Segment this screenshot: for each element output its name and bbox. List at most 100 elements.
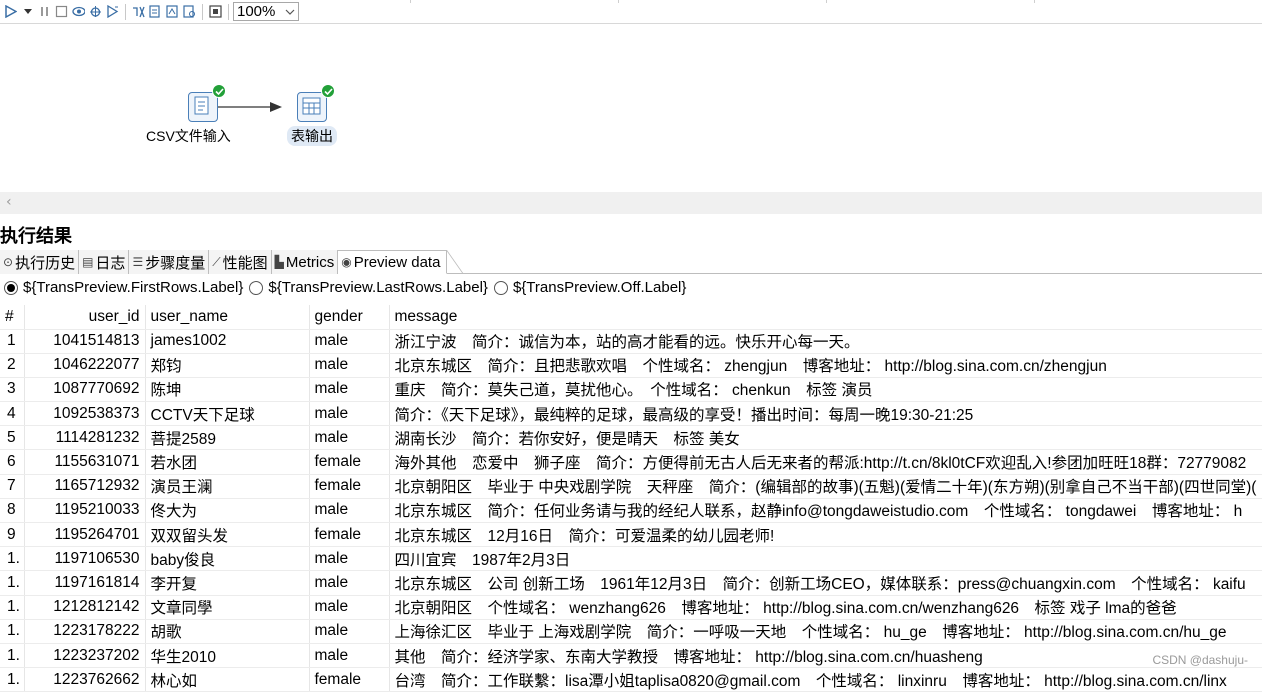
cell-user-id[interactable]: 1195264701 xyxy=(24,522,146,548)
cell-message[interactable]: 重庆 简介：莫失己道，莫扰他心。 个性域名： chenkun 标签 演员 xyxy=(389,377,1262,403)
cell-message[interactable]: 北京东城区 简介：任何业务请与我的经纪人联系，赵静info@tongdaweis… xyxy=(389,498,1262,524)
cell-message[interactable]: 北京东城区 12月16日 简介：可爱温柔的幼儿园老师! xyxy=(389,522,1262,548)
tab-execution-history[interactable]: ⊙ 执行历史 xyxy=(0,250,80,274)
cell-index[interactable]: 1. xyxy=(0,643,25,669)
pause-icon[interactable] xyxy=(38,5,51,18)
table-row[interactable]: 1. 1223237202 华生2010 male 其他 简介：经济学家、东南大学教授 … xyxy=(0,643,1262,669)
cell-user-name[interactable]: 演员王澜 xyxy=(145,474,310,499)
cell-index[interactable]: 9 xyxy=(0,522,25,548)
cell-gender[interactable]: male xyxy=(309,329,390,354)
play-options-icon[interactable] xyxy=(21,5,34,18)
cell-user-id[interactable]: 1223237202 xyxy=(24,643,146,669)
cell-user-name[interactable]: 陈坤 xyxy=(145,377,310,403)
cell-message[interactable]: 四川宜宾 1987年2月3日 xyxy=(389,546,1262,572)
cell-user-name[interactable]: CCTV天下足球 xyxy=(145,401,310,427)
cell-message[interactable]: 上海徐汇区 毕业于 上海戏剧学院 简介：一呼吸一天地 个性域名： hu_ge 博… xyxy=(389,619,1262,644)
cell-user-name[interactable]: 郑钧 xyxy=(145,353,310,378)
cell-message[interactable]: 其他 简介：经济学家、东南大学教授 博客地址： http://blog.sina… xyxy=(389,643,1262,669)
debug-icon[interactable] xyxy=(89,5,102,18)
cell-user-id[interactable]: 1212812142 xyxy=(24,595,146,620)
cell-user-id[interactable]: 1041514813 xyxy=(24,329,146,354)
step-table-output[interactable]: 表输出 xyxy=(287,84,337,146)
cell-gender[interactable]: male xyxy=(309,498,390,524)
cell-user-name[interactable]: baby俊良 xyxy=(145,546,310,572)
cell-gender[interactable]: male xyxy=(309,619,390,644)
tab-performance[interactable]: ⟋ 性能图 xyxy=(209,250,272,274)
play-icon[interactable] xyxy=(4,5,17,18)
cell-message[interactable]: 北京东城区 简介：且把悲歌欢唱 个性域名： zhengjun 博客地址： htt… xyxy=(389,353,1262,378)
preview-table[interactable]: # user_id user_name gender message 1 1041… xyxy=(0,305,1262,692)
radio-selected-icon[interactable] xyxy=(4,280,18,295)
table-row[interactable]: 4 1092538373 CCTV天下足球 male 简介：《天下足球》，最纯粹的足球，… xyxy=(0,401,1262,427)
tab-metrics[interactable]: ▙ Metrics xyxy=(271,250,339,274)
cell-message[interactable]: 湖南长沙 简介：若你安好，便是晴天 标签 美女 xyxy=(389,425,1262,451)
cell-gender[interactable]: male xyxy=(309,570,390,596)
column-header-message[interactable]: message xyxy=(389,305,1262,330)
cell-index[interactable]: 1. xyxy=(0,546,25,572)
table-row[interactable]: 3 1087770692 陈坤 male 重庆 简介：莫失己道，莫扰他心。 个性域名： … xyxy=(0,377,1262,403)
cell-user-id[interactable]: 1046222077 xyxy=(24,353,146,378)
preview-icon[interactable] xyxy=(72,5,85,18)
cell-message[interactable]: 简介：《天下足球》，最纯粹的足球，最高级的享受！播出时间：每周一晚19:30-2… xyxy=(389,401,1262,427)
tab-step-metrics[interactable]: ☰ 步骤度量 xyxy=(129,250,210,274)
stop-icon[interactable] xyxy=(55,5,68,18)
table-row[interactable]: 6 1155631071 若水团 female 海外其他 恋爱中 狮子座 简介：方便得前… xyxy=(0,449,1262,475)
cell-index[interactable]: 1. xyxy=(0,619,25,644)
cell-gender[interactable]: male xyxy=(309,643,390,669)
cell-message[interactable]: 台湾 简介：工作联繫：lisa潭小姐taplisa0820@gmail.com … xyxy=(389,667,1262,692)
cell-gender[interactable]: female xyxy=(309,474,390,499)
cell-user-name[interactable]: 李开复 xyxy=(145,570,310,596)
cell-gender[interactable]: male xyxy=(309,595,390,620)
cell-index[interactable]: 1. xyxy=(0,595,25,620)
cell-message[interactable]: 北京东城区 公司 创新工场 1961年12月3日 简介：创新工场CEO，媒体联系… xyxy=(389,570,1262,596)
cell-gender[interactable]: female xyxy=(309,449,390,475)
analyze-icon[interactable] xyxy=(149,5,162,18)
radio-first-rows[interactable]: ${TransPreview.FirstRows.Label} xyxy=(4,279,243,296)
cell-index[interactable]: 4 xyxy=(0,401,25,427)
cell-user-id[interactable]: 1197106530 xyxy=(24,546,146,572)
table-row[interactable]: 7 1165712932 演员王澜 female 北京朝阳区 毕业于 中央戏剧学院 天秤… xyxy=(0,474,1262,499)
cell-index[interactable]: 2 xyxy=(0,353,25,378)
cell-user-id[interactable]: 1165712932 xyxy=(24,474,146,499)
cell-user-name[interactable]: james1002 xyxy=(145,329,310,354)
cell-user-id[interactable]: 1155631071 xyxy=(24,449,146,475)
column-header-index[interactable]: # xyxy=(0,305,25,330)
scroll-left-icon[interactable]: ‹ xyxy=(6,194,12,210)
table-row[interactable]: 1. 1197161814 李开复 male 北京东城区 公司 创新工场 1961年12… xyxy=(0,570,1262,596)
radio-unselected-icon[interactable] xyxy=(493,280,508,295)
cell-message[interactable]: 北京朝阳区 毕业于 中央戏剧学院 天秤座 简介：(编辑部的故事)(五魁)(爱情二… xyxy=(389,474,1262,499)
cell-user-name[interactable]: 双双留头发 xyxy=(145,522,310,548)
cell-gender[interactable]: male xyxy=(309,353,390,378)
cell-index[interactable]: 8 xyxy=(0,498,25,524)
table-row[interactable]: 1. 1223762662 林心如 female 台湾 简介：工作联繫：lisa潭小姐t… xyxy=(0,667,1262,692)
cell-gender[interactable]: female xyxy=(309,667,390,692)
cell-user-name[interactable]: 菩提2589 xyxy=(145,425,310,451)
column-header-gender[interactable]: gender xyxy=(309,305,390,330)
cell-index[interactable]: 1. xyxy=(0,570,25,596)
table-row[interactable]: 1. 1212812142 文章同學 male 北京朝阳区 个性域名： wenzhang… xyxy=(0,595,1262,620)
zoom-select[interactable]: 100% xyxy=(233,2,299,21)
cell-user-name[interactable]: 林心如 xyxy=(145,667,310,692)
cell-message[interactable]: 北京朝阳区 个性域名： wenzhang626 博客地址： http://blo… xyxy=(389,595,1262,620)
cell-user-id[interactable]: 1092538373 xyxy=(24,401,146,427)
cell-user-name[interactable]: 若水团 xyxy=(145,449,310,475)
cell-index[interactable]: 1 xyxy=(0,329,25,354)
table-row[interactable]: 1. 1197106530 baby俊良 male 四川宜宾 1987年2月3日 xyxy=(0,546,1262,572)
table-row[interactable]: 1. 1223178222 胡歌 male 上海徐汇区 毕业于 上海戏剧学院 简介：一呼… xyxy=(0,619,1262,644)
cell-gender[interactable]: male xyxy=(309,401,390,427)
radio-last-rows[interactable]: ${TransPreview.LastRows.Label} xyxy=(249,279,488,296)
cell-user-name[interactable]: 佟大为 xyxy=(145,498,310,524)
cell-user-id[interactable]: 1195210033 xyxy=(24,498,146,524)
canvas-horizontal-scrollbar[interactable]: ‹ xyxy=(0,192,1262,214)
cell-index[interactable]: 6 xyxy=(0,449,25,475)
cell-message[interactable]: 海外其他 恋爱中 狮子座 简介：方便得前无古人后无来者的帮派:http://t.… xyxy=(389,449,1262,475)
cell-message[interactable]: 浙江宁波 简介：诚信为本，站的高才能看的远。快乐开心每一天。 xyxy=(389,329,1262,354)
cell-index[interactable]: 1. xyxy=(0,667,25,692)
table-row[interactable]: 5 1114281232 菩提2589 male 湖南长沙 简介：若你安好，便是晴天 标… xyxy=(0,425,1262,451)
step-csv-input[interactable]: CSV文件输入 xyxy=(146,84,231,146)
sql-icon[interactable] xyxy=(166,5,179,18)
cell-user-name[interactable]: 文章同學 xyxy=(145,595,310,620)
cell-user-id[interactable]: 1087770692 xyxy=(24,377,146,403)
cell-user-id[interactable]: 1223762662 xyxy=(24,667,146,692)
replay-icon[interactable] xyxy=(106,5,119,18)
